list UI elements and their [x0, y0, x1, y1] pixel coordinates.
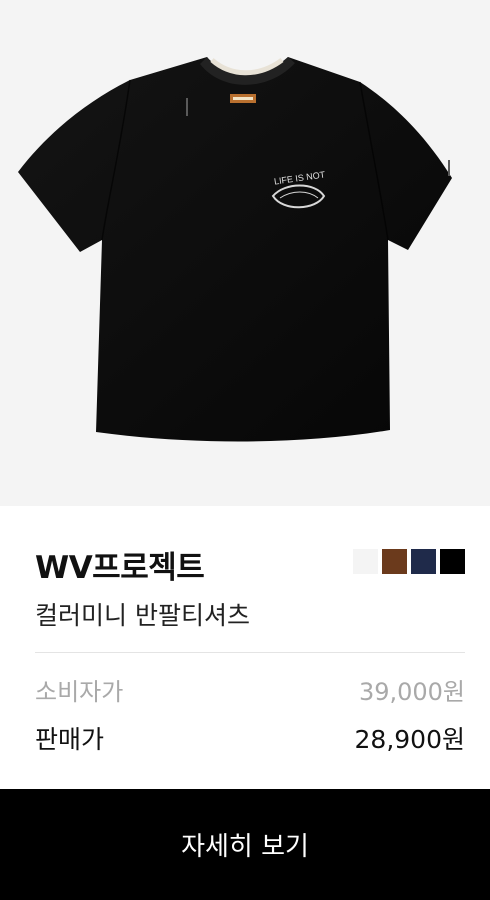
sale-price-label: 판매가: [35, 725, 105, 754]
retail-price-label: 소비자가: [35, 678, 124, 706]
product-image: LIFE IS NOT: [18, 57, 452, 442]
product-image-area[interactable]: LIFE IS NOT: [0, 0, 490, 506]
color-swatches: [353, 549, 465, 574]
view-details-button[interactable]: 자세히 보기: [0, 789, 490, 900]
color-swatch-white[interactable]: [353, 549, 378, 574]
divider: [35, 652, 465, 653]
color-swatch-navy[interactable]: [411, 549, 436, 574]
retail-price-value: 39,000원: [358, 678, 465, 706]
product-name[interactable]: 컬러미니 반팔티셔츠: [35, 596, 250, 632]
color-swatch-brown[interactable]: [382, 549, 407, 574]
retail-price-row: 소비자가 39,000원: [35, 672, 465, 707]
tshirt-body: [18, 57, 452, 442]
sale-price-row: 판매가 28,900원: [35, 720, 465, 756]
sale-price-value: 28,900원: [354, 725, 465, 754]
color-swatch-black[interactable]: [440, 549, 465, 574]
brand-name[interactable]: WV프로젝트: [35, 542, 205, 587]
